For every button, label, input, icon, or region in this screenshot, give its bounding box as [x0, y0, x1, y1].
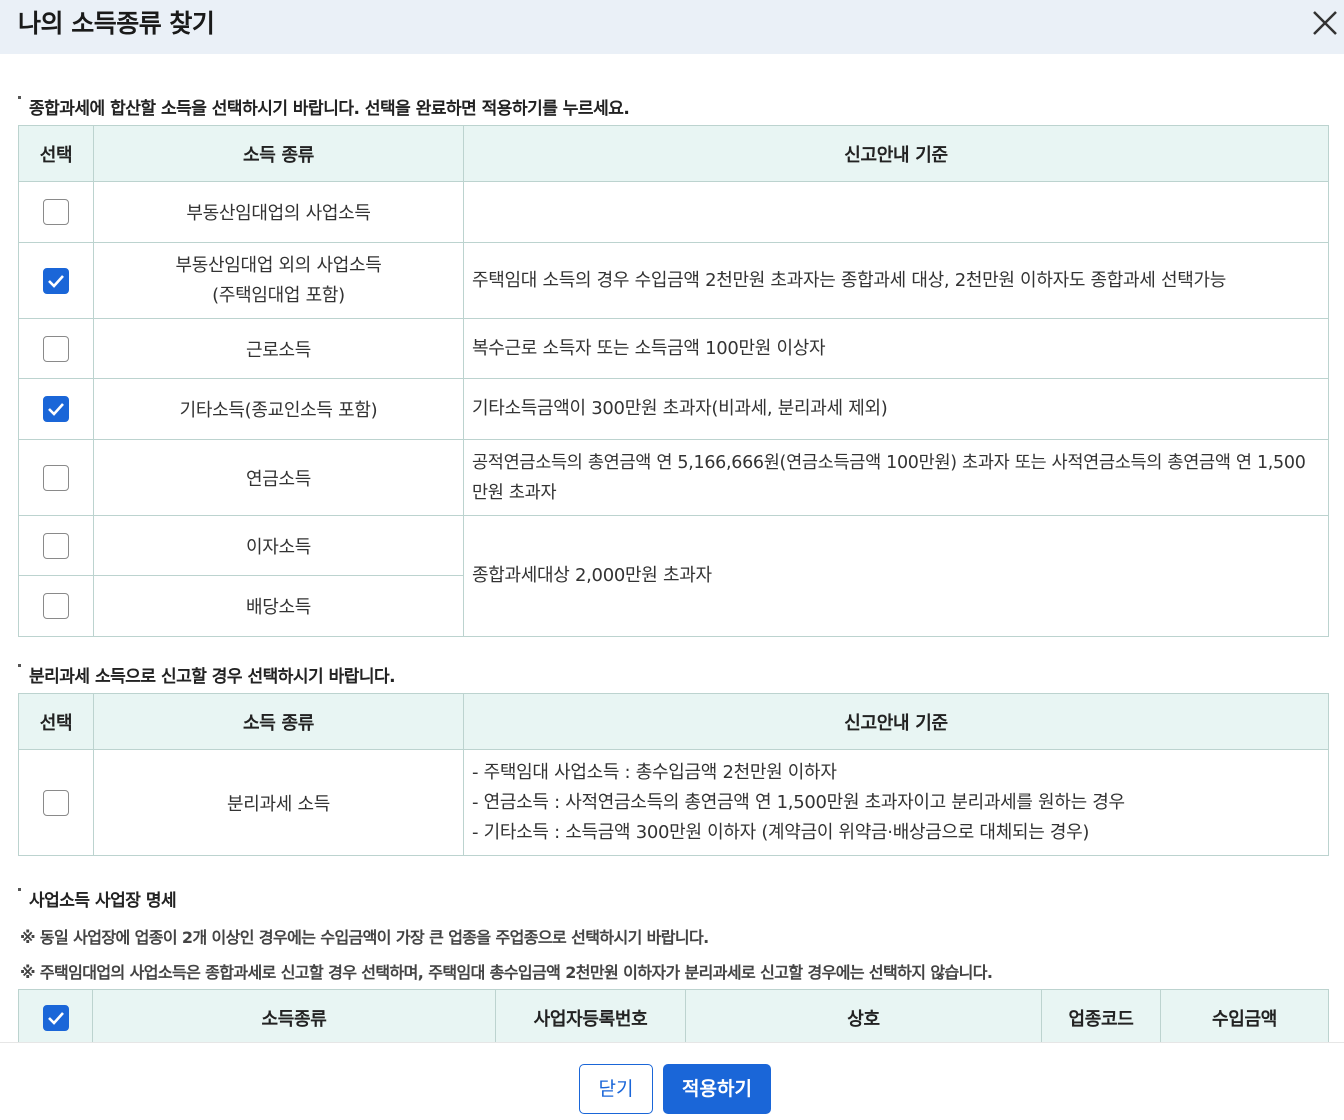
- apply-button[interactable]: 적용하기: [663, 1064, 771, 1114]
- close-icon[interactable]: [1308, 6, 1342, 40]
- checkbox-dividend-income[interactable]: [43, 593, 69, 619]
- select-cell: [18, 439, 94, 516]
- select-cell: [18, 318, 94, 379]
- section-title-text: 사업소득 사업장 명세: [29, 891, 177, 911]
- section-title-combined: 종합과세에 합산할 소득을 선택하시기 바랍니다. 선택을 완료하면 적용하기를…: [18, 94, 630, 119]
- select-cell: [18, 378, 94, 440]
- header-criteria: 신고안내 기준: [463, 125, 1329, 182]
- dialog-footer: 닫기 적용하기: [0, 1042, 1344, 1120]
- income-type-cell: 분리과세 소득: [93, 749, 464, 856]
- note-line: ※ 동일 사업장에 업종이 2개 이상인 경우에는 수입금액이 가장 큰 업종을…: [20, 928, 709, 947]
- bullet-icon: [18, 664, 21, 667]
- table-header-row: 선택 소득 종류 신고안내 기준: [18, 693, 1329, 750]
- checkbox-select-all[interactable]: [42, 1004, 69, 1031]
- section-title-business: 사업소득 사업장 명세: [18, 886, 177, 911]
- table-row: 연금소득 공적연금소득의 총연금액 연 5,166,666원(연금소득금액 10…: [18, 439, 1329, 516]
- header-industry-code: 업종코드: [1041, 989, 1161, 1042]
- table-row: 기타소득(종교인소득 포함) 기타소득금액이 300만원 초과자(비과세, 분리…: [18, 378, 1329, 440]
- checkbox-real-estate-rental[interactable]: [43, 199, 69, 225]
- checkmark-icon: [47, 1011, 64, 1025]
- combined-income-table: 선택 소득 종류 신고안내 기준 부동산임대업의 사업소득 부동산임대업 외의 …: [18, 125, 1329, 637]
- criteria-line: - 주택임대 사업소득 : 총수입금액 2천만원 이하자: [472, 761, 837, 783]
- criteria-cell: 종합과세대상 2,000만원 초과자: [463, 515, 1329, 637]
- dialog-title: 나의 소득종류 찾기: [18, 9, 215, 38]
- select-cell: [18, 181, 94, 243]
- criteria-line: - 기타소득 : 소득금액 300만원 이하자 (계약금이 위약금·배상금으로 …: [472, 821, 1090, 843]
- header-income-type: 소득종류: [92, 989, 496, 1042]
- criteria-cell: 기타소득금액이 300만원 초과자(비과세, 분리과세 제외): [463, 378, 1329, 440]
- dialog-header: 나의 소득종류 찾기: [0, 0, 1344, 54]
- header-business-number: 사업자등록번호: [495, 989, 686, 1042]
- table-row: 부동산임대업의 사업소득: [18, 181, 1329, 243]
- criteria-line: - 연금소득 : 사적연금소득의 총연금액 연 1,500만원 초과자이고 분리…: [472, 791, 1125, 813]
- checkbox-interest-income[interactable]: [43, 532, 69, 559]
- income-type-cell: 연금소득: [93, 439, 464, 516]
- criteria-cell: 복수근로 소득자 또는 소득금액 100만원 이상자: [463, 318, 1329, 379]
- select-cell: [18, 242, 94, 319]
- income-type-cell: 부동산임대업 외의 사업소득 (주택임대업 포함): [93, 242, 464, 319]
- checkbox-other-business[interactable]: [43, 267, 69, 294]
- criteria-cell: - 주택임대 사업소득 : 총수입금액 2천만원 이하자 - 연금소득 : 사적…: [463, 749, 1329, 856]
- header-select: 선택: [18, 125, 94, 182]
- note-line: ※ 주택임대업의 사업소득은 종합과세로 신고할 경우 선택하며, 주택임대 총…: [20, 963, 993, 982]
- header-company-name: 상호: [685, 989, 1042, 1042]
- income-type-cell: 이자소득: [93, 515, 464, 576]
- checkbox-separate-tax[interactable]: [43, 789, 69, 816]
- header-income-type: 소득 종류: [93, 693, 464, 750]
- select-cell: [18, 749, 94, 856]
- table-header-row: 선택 소득 종류 신고안내 기준: [18, 125, 1329, 182]
- bullet-icon: [18, 96, 21, 99]
- criteria-cell: 주택임대 소득의 경우 수입금액 2천만원 초과자는 종합과세 대상, 2천만원…: [463, 242, 1329, 319]
- income-type-cell: 부동산임대업의 사업소득: [93, 181, 464, 243]
- checkmark-icon: [48, 274, 64, 288]
- checkbox-earned-income[interactable]: [43, 335, 69, 362]
- checkbox-pension-income[interactable]: [43, 464, 69, 491]
- header-select-all: [18, 989, 93, 1042]
- income-type-cell: 기타소득(종교인소득 포함): [93, 378, 464, 440]
- table-row: 분리과세 소득 - 주택임대 사업소득 : 총수입금액 2천만원 이하자 - 연…: [18, 749, 1329, 856]
- section-title-text: 분리과세 소득으로 신고할 경우 선택하시기 바랍니다.: [29, 667, 396, 687]
- criteria-cell: [463, 181, 1329, 243]
- checkmark-icon: [48, 403, 64, 416]
- header-revenue: 수입금액: [1160, 989, 1329, 1042]
- table-row: 근로소득 복수근로 소득자 또는 소득금액 100만원 이상자: [18, 318, 1329, 379]
- income-type-line: (주택임대업 포함): [212, 284, 345, 306]
- header-criteria: 신고안내 기준: [463, 693, 1329, 750]
- table-header-row: 소득종류 사업자등록번호 상호 업종코드 수입금액: [18, 989, 1329, 1042]
- business-place-table: 소득종류 사업자등록번호 상호 업종코드 수입금액: [18, 989, 1329, 1042]
- bullet-icon: [18, 888, 21, 891]
- header-income-type: 소득 종류: [93, 125, 464, 182]
- income-type-line: 부동산임대업 외의 사업소득: [175, 254, 382, 276]
- separate-tax-table: 선택 소득 종류 신고안내 기준 분리과세 소득 - 주택임대 사업소득 : 총…: [18, 693, 1329, 856]
- dialog-body[interactable]: 종합과세에 합산할 소득을 선택하시기 바랍니다. 선택을 완료하면 적용하기를…: [0, 54, 1344, 1042]
- income-type-cell: 근로소득: [93, 318, 464, 379]
- select-cell: [18, 515, 94, 576]
- close-button[interactable]: 닫기: [579, 1064, 653, 1114]
- section-title-separate: 분리과세 소득으로 신고할 경우 선택하시기 바랍니다.: [18, 662, 396, 687]
- checkbox-other-income[interactable]: [43, 396, 69, 422]
- select-cell: [18, 575, 94, 637]
- income-type-cell: 배당소득: [93, 575, 464, 637]
- table-row: 이자소득 종합과세대상 2,000만원 초과자: [18, 515, 1329, 637]
- section-title-text: 종합과세에 합산할 소득을 선택하시기 바랍니다. 선택을 완료하면 적용하기를…: [29, 99, 630, 119]
- criteria-cell: 공적연금소득의 총연금액 연 5,166,666원(연금소득금액 100만원) …: [463, 439, 1329, 516]
- table-row: 부동산임대업 외의 사업소득 (주택임대업 포함) 주택임대 소득의 경우 수입금…: [18, 242, 1329, 319]
- header-select: 선택: [18, 693, 94, 750]
